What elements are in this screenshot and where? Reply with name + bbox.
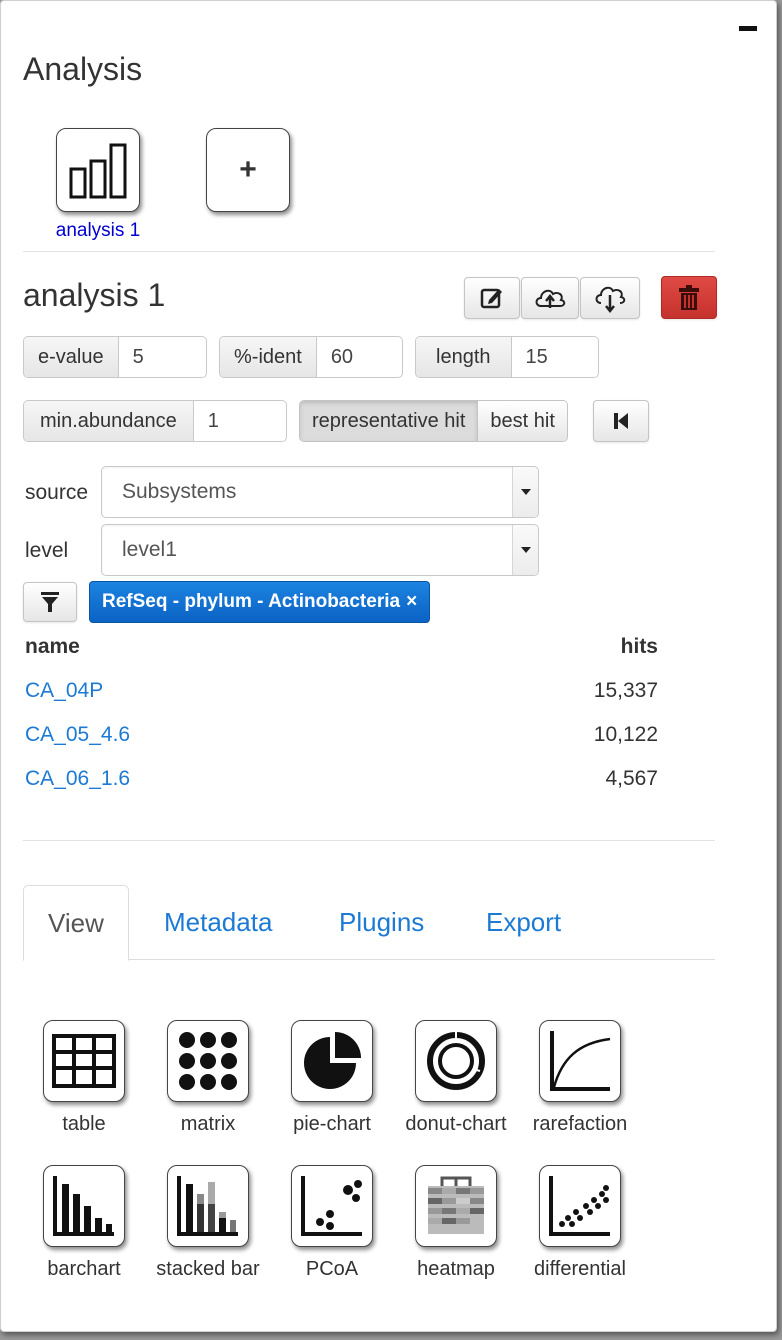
ident-label: %-ident: [220, 337, 317, 377]
table-row-name[interactable]: CA_06_1.6: [25, 767, 130, 791]
stacked-bar-view-button[interactable]: [167, 1165, 249, 1247]
evalue-label: e-value: [24, 337, 119, 377]
filter-icon: [41, 592, 59, 612]
barchart-view-label: barchart: [47, 1258, 121, 1280]
length-label: length: [416, 337, 512, 377]
best-hit-button[interactable]: best hit: [477, 401, 567, 441]
pcoa-view-label: PCoA: [305, 1258, 359, 1280]
chevron-down-icon[interactable]: [512, 467, 538, 517]
close-icon[interactable]: ×: [406, 591, 417, 613]
pie-chart-icon: [304, 1032, 361, 1089]
barchart-icon: [53, 1176, 114, 1236]
panel-title: Analysis: [23, 51, 143, 87]
pcoa-icon: [301, 1176, 362, 1236]
filter-tag-label: RefSeq - phylum - Actinobacteria: [102, 591, 401, 612]
donut-chart-view-label: donut-chart: [405, 1113, 507, 1135]
download-button[interactable]: [580, 277, 640, 319]
edit-icon: [480, 288, 502, 309]
delete-button[interactable]: [661, 276, 717, 319]
length-input[interactable]: 15: [512, 337, 599, 377]
analysis-tile[interactable]: [56, 128, 140, 212]
pcoa-view-button[interactable]: [291, 1165, 373, 1247]
analysis-tile-label[interactable]: analysis 1: [41, 220, 155, 242]
stacked-bar-icon: [177, 1176, 238, 1236]
rarefaction-view-label: rarefaction: [532, 1113, 628, 1135]
hits-column-header[interactable]: hits: [621, 635, 658, 659]
add-analysis-button[interactable]: +: [206, 128, 290, 212]
tab-export[interactable]: Export: [462, 885, 585, 960]
min-abundance-group: min.abundance 1: [23, 400, 287, 442]
representative-hit-button[interactable]: representative hit: [300, 401, 478, 441]
heatmap-view-button[interactable]: [415, 1165, 497, 1247]
stacked-bar-view-label: stacked bar: [156, 1258, 260, 1280]
level-value: level1: [122, 538, 177, 561]
divider: [23, 840, 715, 841]
minimize-icon[interactable]: [739, 26, 757, 31]
matrix-icon: [179, 1032, 237, 1090]
pie-chart-view-button[interactable]: [291, 1020, 373, 1102]
tab-metadata[interactable]: Metadata: [140, 885, 296, 960]
donut-chart-icon: [427, 1031, 485, 1090]
min-abundance-input[interactable]: 1: [194, 401, 286, 441]
table-row-hits: 10,122: [593, 723, 658, 746]
name-column-header[interactable]: name: [25, 635, 80, 659]
ident-group: %-ident 60: [219, 336, 403, 378]
level-label: level: [25, 539, 69, 562]
upload-cloud-icon: [535, 289, 566, 308]
table-icon: [52, 1034, 116, 1088]
rarefaction-icon: [550, 1031, 611, 1091]
barchart-view-button[interactable]: [43, 1165, 125, 1247]
upload-button[interactable]: [521, 277, 579, 319]
filter-button[interactable]: [23, 582, 77, 622]
table-row-name[interactable]: CA_05_4.6: [25, 723, 130, 747]
source-label: source: [25, 481, 89, 504]
matrix-view-label: matrix: [180, 1113, 236, 1135]
ident-input[interactable]: 60: [317, 337, 402, 377]
bar-chart-icon: [69, 143, 127, 199]
differential-view-label: differential: [534, 1258, 626, 1280]
download-cloud-icon: [595, 286, 626, 313]
table-view-label: table: [62, 1113, 106, 1135]
divider: [23, 251, 715, 252]
differential-icon: [549, 1176, 610, 1236]
plus-icon: +: [239, 153, 257, 186]
rarefaction-view-button[interactable]: [539, 1020, 621, 1102]
table-view-button[interactable]: [43, 1020, 125, 1102]
table-row-name[interactable]: CA_04P: [25, 679, 103, 703]
filter-tag[interactable]: RefSeq - phylum - Actinobacteria ×: [89, 581, 431, 623]
pie-chart-view-label: pie-chart: [293, 1113, 371, 1135]
heatmap-icon: [428, 1176, 484, 1234]
table-row-hits: 4,567: [605, 767, 658, 790]
view-tabs: View Metadata Plugins Export: [23, 885, 715, 961]
evalue-group: e-value 5: [23, 336, 207, 378]
min-abundance-label: min.abundance: [24, 401, 194, 441]
tab-plugins[interactable]: Plugins: [315, 885, 448, 960]
source-select[interactable]: Subsystems: [101, 466, 539, 518]
chevron-down-icon[interactable]: [512, 525, 538, 575]
hit-type-toggle: representative hit best hit: [299, 400, 568, 442]
level-select[interactable]: level1: [101, 524, 539, 576]
differential-view-button[interactable]: [539, 1165, 621, 1247]
table-row-hits: 15,337: [593, 679, 658, 702]
evalue-input[interactable]: 5: [119, 337, 206, 377]
heatmap-view-label: heatmap: [417, 1258, 495, 1280]
analysis-title: analysis 1: [23, 277, 166, 313]
edit-button[interactable]: [464, 277, 520, 319]
source-value: Subsystems: [122, 480, 237, 503]
reset-button[interactable]: [593, 400, 649, 442]
trash-icon: [679, 284, 699, 310]
matrix-view-button[interactable]: [167, 1020, 249, 1102]
donut-chart-view-button[interactable]: [415, 1020, 497, 1102]
length-group: length 15: [415, 336, 599, 378]
tab-view[interactable]: View: [23, 885, 129, 961]
skip-back-icon: [614, 413, 628, 429]
analysis-panel: Analysis analysis 1 + analysis 1 e-value…: [0, 0, 777, 1332]
